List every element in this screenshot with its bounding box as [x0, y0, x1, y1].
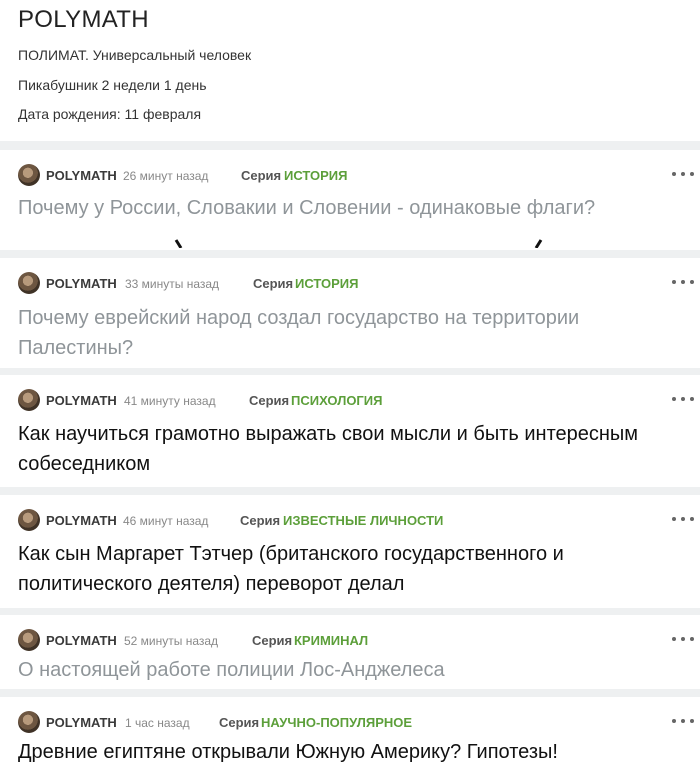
post-time[interactable]: 41 минуту назад: [124, 394, 216, 408]
series-label: Серия: [241, 168, 282, 183]
series-link[interactable]: КРИМИНАЛ: [294, 633, 368, 648]
author-name[interactable]: POLYMATH: [46, 633, 117, 648]
post-card: POLYMATH 52 минуты назад Серия КРИМИНАЛ …: [0, 615, 700, 689]
series-label: Серия: [252, 633, 293, 648]
post-header: POLYMATH 46 минут назад Серия ИЗВЕСТНЫЕ …: [18, 509, 700, 533]
more-dots-icon[interactable]: [672, 167, 694, 181]
series-link[interactable]: НАУЧНО-ПОПУЛЯРНОЕ: [261, 715, 412, 730]
author-avatar[interactable]: [18, 509, 40, 531]
post-header: POLYMATH 26 минут назад Серия ИСТОРИЯ: [18, 164, 700, 188]
post-title[interactable]: О настоящей работе полиции Лос-Анджелеса: [18, 655, 688, 685]
more-dots-icon[interactable]: [672, 632, 694, 646]
author-avatar[interactable]: [18, 272, 40, 294]
post-title[interactable]: Как научиться грамотно выражать свои мыс…: [18, 419, 688, 479]
post-title[interactable]: Древние египтяне открывали Южную Америку…: [18, 737, 688, 767]
series-link[interactable]: ИЗВЕСТНЫЕ ЛИЧНОСТИ: [283, 513, 443, 528]
post-card: POLYMATH 46 минут назад Серия ИЗВЕСТНЫЕ …: [0, 495, 700, 608]
series-label: Серия: [249, 393, 290, 408]
post-header: POLYMATH 1 час назад Серия НАУЧНО-ПОПУЛЯ…: [18, 711, 700, 735]
post-header: POLYMATH 33 минуты назад Серия ИСТОРИЯ: [18, 272, 700, 296]
series-link[interactable]: ПСИХОЛОГИЯ: [291, 393, 383, 408]
author-avatar[interactable]: [18, 711, 40, 733]
more-dots-icon[interactable]: [672, 512, 694, 526]
more-dots-icon[interactable]: [672, 714, 694, 728]
author-avatar[interactable]: [18, 389, 40, 411]
more-dots-icon[interactable]: [672, 275, 694, 289]
author-name[interactable]: POLYMATH: [46, 276, 117, 291]
post-title[interactable]: Как сын Маргарет Тэтчер (британского гос…: [18, 539, 688, 599]
series-label: Серия: [240, 513, 281, 528]
more-dots-icon[interactable]: [672, 392, 694, 406]
series-label: Серия: [219, 715, 260, 730]
series-label: Серия: [253, 276, 294, 291]
post-card: POLYMATH 41 минуту назад Серия ПСИХОЛОГИ…: [0, 375, 700, 487]
series-link[interactable]: ИСТОРИЯ: [284, 168, 348, 183]
post-image-preview: [174, 239, 543, 248]
author-name[interactable]: POLYMATH: [46, 715, 117, 730]
post-title[interactable]: Почему у России, Словакии и Словении - о…: [18, 193, 688, 223]
post-card: POLYMATH 26 минут назад Серия ИСТОРИЯ По…: [0, 150, 700, 250]
post-time[interactable]: 46 минут назад: [123, 514, 208, 528]
post-card: POLYMATH 33 минуты назад Серия ИСТОРИЯ П…: [0, 258, 700, 368]
profile-name[interactable]: POLYMATH: [18, 6, 149, 34]
profile-birthday: Дата рождения: 11 февраля: [18, 106, 202, 122]
profile-description: ПОЛИМАТ. Универсальный человек: [18, 47, 252, 63]
profile-header: POLYMATH ПОЛИМАТ. Универсальный человек …: [0, 0, 700, 141]
author-avatar[interactable]: [18, 164, 40, 186]
post-header: POLYMATH 52 минуты назад Серия КРИМИНАЛ: [18, 629, 700, 653]
post-header: POLYMATH 41 минуту назад Серия ПСИХОЛОГИ…: [18, 389, 700, 413]
post-title[interactable]: Почему еврейский народ создал государств…: [18, 303, 688, 363]
series-link[interactable]: ИСТОРИЯ: [295, 276, 359, 291]
profile-tenure: Пикабушник 2 недели 1 день: [18, 77, 207, 93]
author-avatar[interactable]: [18, 629, 40, 651]
post-time[interactable]: 52 минуты назад: [124, 634, 218, 648]
author-name[interactable]: POLYMATH: [46, 513, 117, 528]
author-name[interactable]: POLYMATH: [46, 168, 117, 183]
post-time[interactable]: 26 минут назад: [123, 169, 208, 183]
post-card: POLYMATH 1 час назад Серия НАУЧНО-ПОПУЛЯ…: [0, 697, 700, 784]
post-time[interactable]: 33 минуты назад: [125, 277, 219, 291]
post-time[interactable]: 1 час назад: [125, 716, 190, 730]
author-name[interactable]: POLYMATH: [46, 393, 117, 408]
